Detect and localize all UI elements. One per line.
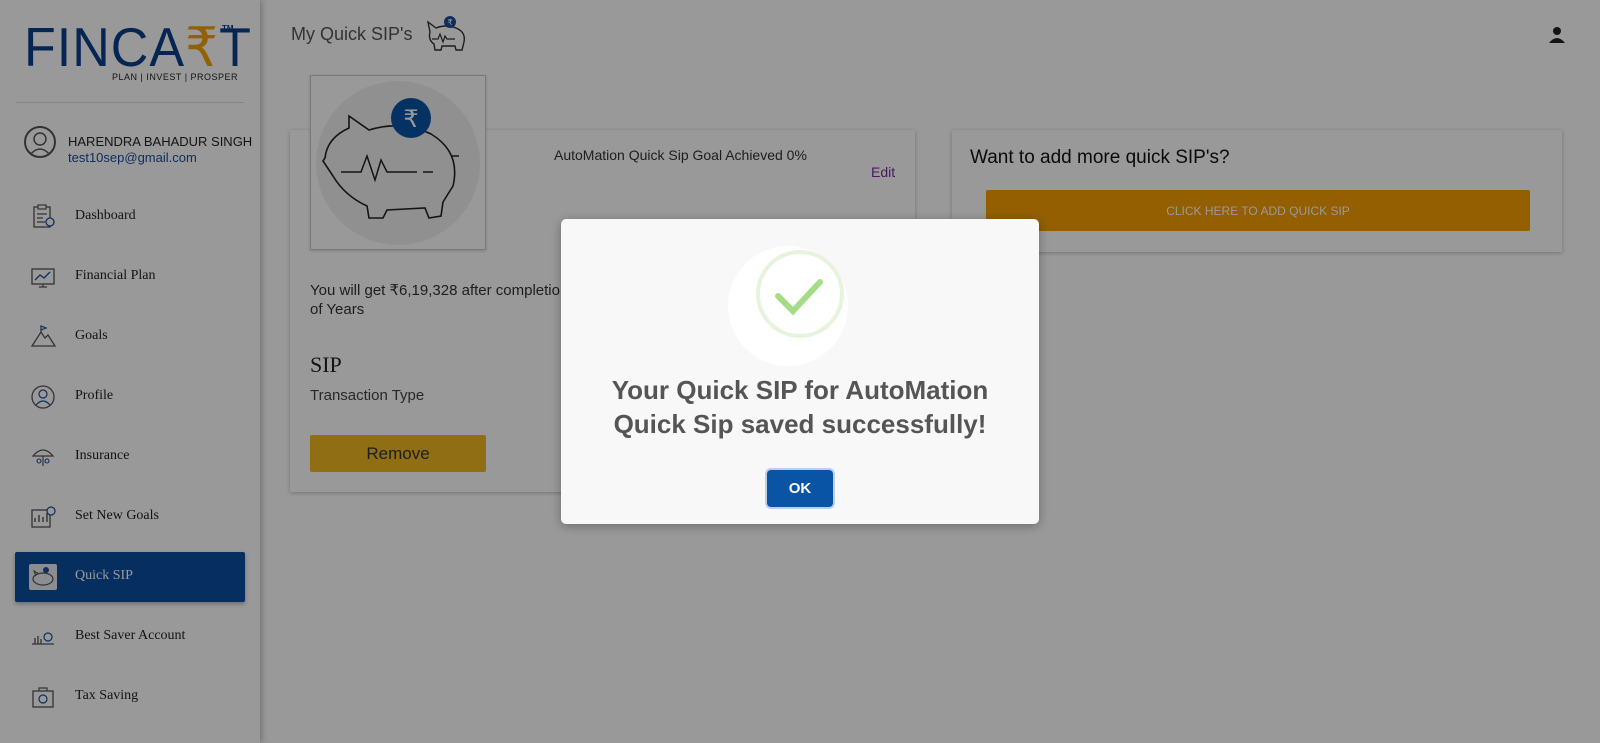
- ok-button[interactable]: OK: [767, 470, 833, 507]
- success-message: Your Quick SIP for AutoMation Quick Sip …: [611, 375, 989, 439]
- success-check-icon: [726, 244, 850, 368]
- success-dialog: Your Quick SIP for AutoMation Quick Sip …: [561, 219, 1039, 524]
